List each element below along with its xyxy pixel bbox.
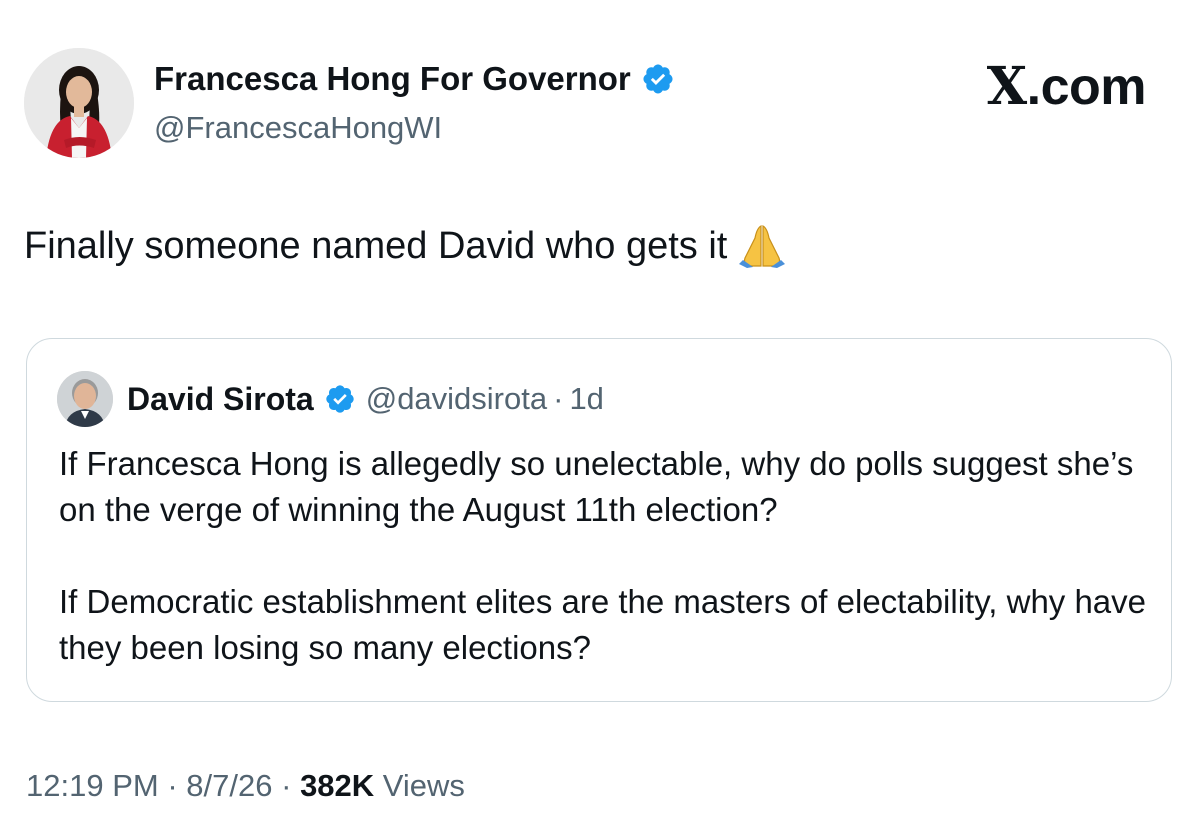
tweet-date[interactable]: 8/7/26 bbox=[186, 768, 272, 803]
x-logo-icon: X bbox=[986, 56, 1027, 117]
quoted-author-name[interactable]: David Sirota bbox=[127, 381, 314, 418]
quoted-tweet-time[interactable]: 1d bbox=[569, 381, 603, 417]
verified-badge-icon bbox=[324, 383, 356, 415]
tweet-meta: 12:19 PM · 8/7/26 · 382K Views bbox=[26, 768, 465, 804]
folded-hands-icon bbox=[737, 224, 787, 268]
views-label[interactable]: Views bbox=[383, 768, 465, 803]
author-avatar[interactable] bbox=[24, 48, 134, 158]
quoted-paragraph-1: If Francesca Hong is allegedly so unelec… bbox=[59, 445, 1134, 528]
verified-badge-icon bbox=[641, 62, 675, 96]
views-count[interactable]: 382K bbox=[300, 768, 374, 803]
tweet-screenshot: Francesca Hong For Governor @FrancescaHo… bbox=[0, 0, 1200, 838]
quoted-tweet-header: David Sirota @davidsirota · 1d bbox=[57, 371, 604, 427]
author-name-row[interactable]: Francesca Hong For Governor bbox=[154, 60, 675, 98]
header-separator: · bbox=[553, 381, 564, 416]
brand-suffix: .com bbox=[1026, 58, 1147, 116]
author-handle[interactable]: @FrancescaHongWI bbox=[154, 110, 442, 146]
quoted-tweet-card[interactable]: David Sirota @davidsirota · 1d If France… bbox=[26, 338, 1172, 702]
x-com-logo: X.com bbox=[986, 56, 1147, 117]
tweet-time[interactable]: 12:19 PM bbox=[26, 768, 159, 803]
quoted-author-avatar[interactable] bbox=[57, 371, 113, 427]
quoted-tweet-body: If Francesca Hong is allegedly so unelec… bbox=[59, 441, 1149, 671]
tweet-text: Finally someone named David who gets it bbox=[24, 224, 728, 267]
quoted-author-avatar-image bbox=[57, 371, 113, 427]
quoted-paragraph-2: If Democratic establishment elites are t… bbox=[59, 583, 1147, 666]
tweet-text-row: Finally someone named David who gets it bbox=[24, 224, 787, 268]
meta-separator: · bbox=[281, 768, 292, 803]
quoted-author-handle[interactable]: @davidsirota bbox=[366, 381, 547, 417]
meta-separator: · bbox=[167, 768, 178, 803]
author-avatar-image bbox=[24, 48, 134, 158]
author-name[interactable]: Francesca Hong For Governor bbox=[154, 60, 631, 98]
